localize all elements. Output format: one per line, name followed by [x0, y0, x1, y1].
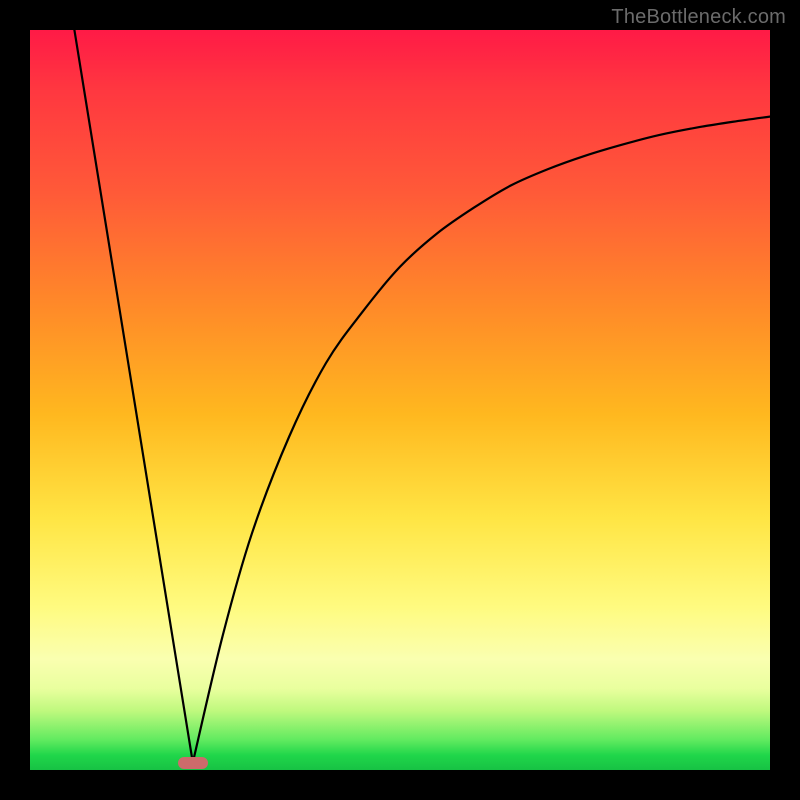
plot-area [30, 30, 770, 770]
chart-frame: TheBottleneck.com [0, 0, 800, 800]
curve-svg [30, 30, 770, 770]
watermark-text: TheBottleneck.com [611, 6, 786, 29]
minimum-marker [178, 757, 208, 769]
curve-path [74, 30, 770, 763]
